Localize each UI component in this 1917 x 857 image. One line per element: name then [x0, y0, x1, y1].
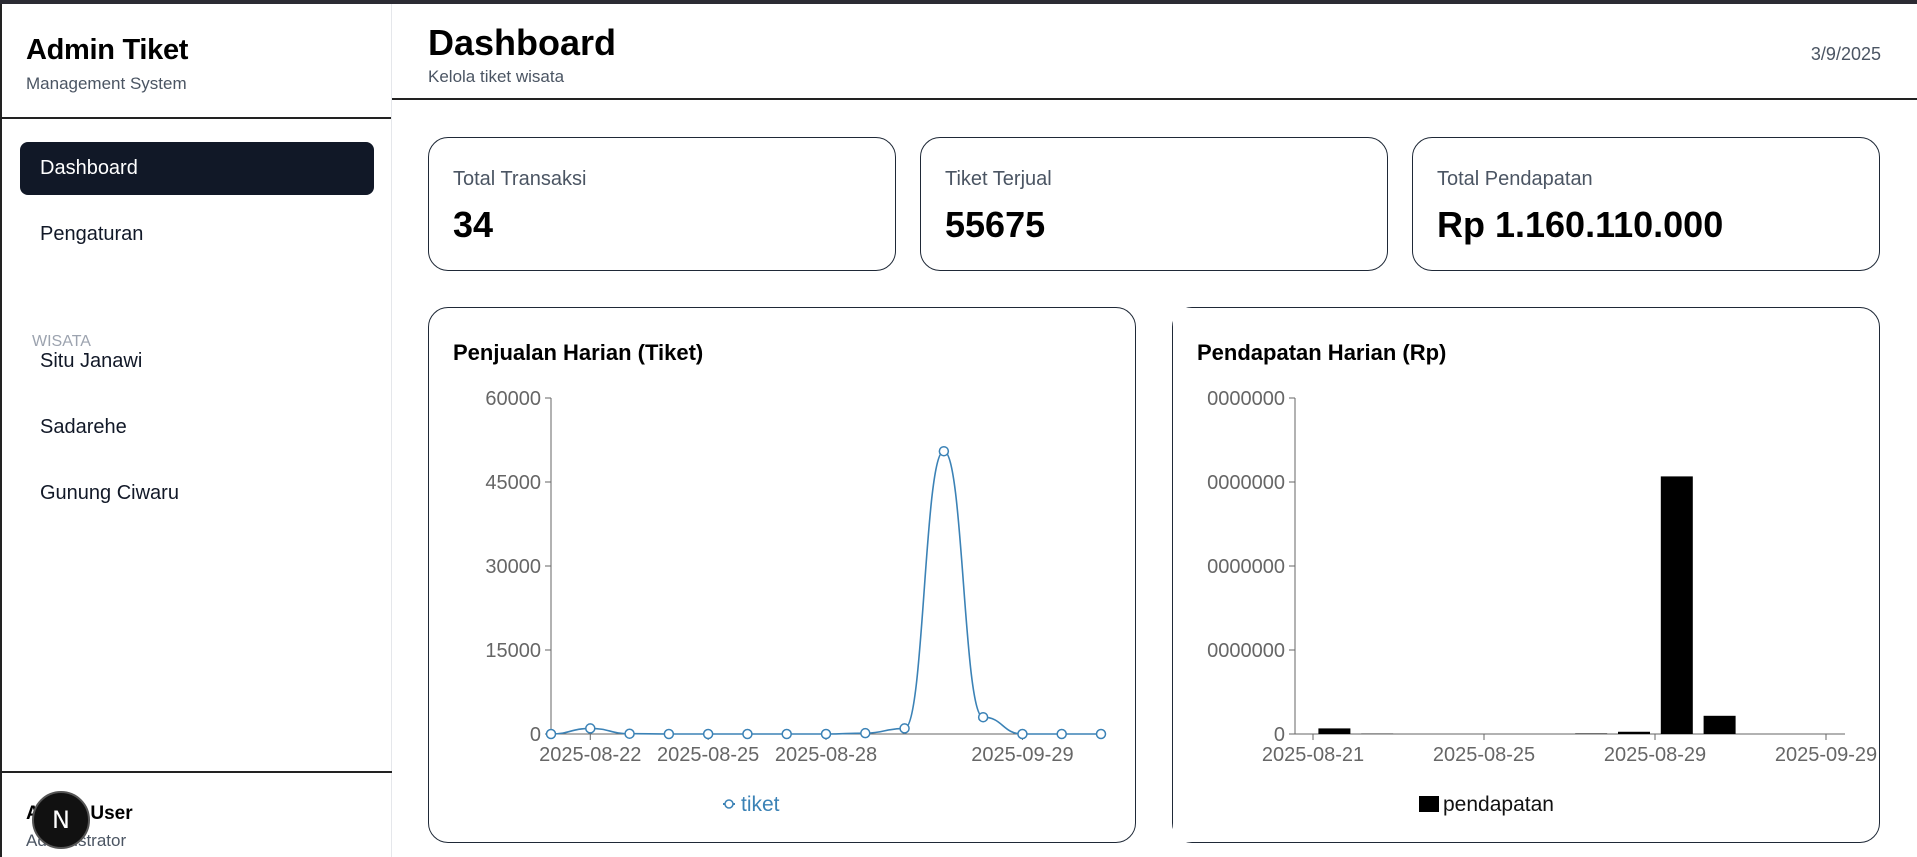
- x-tick-label: 2025-08-21: [1262, 744, 1364, 766]
- page-title: Dashboard: [428, 22, 617, 63]
- bar: [1660, 476, 1693, 734]
- data-point: [1095, 728, 1107, 740]
- chart-card-pendapatan: Pendapatan Harian (Rp) 0 0000000 0000000 00…: [1172, 307, 1880, 843]
- stat-label: Total Transaksi: [453, 168, 587, 190]
- y-tick-label: 0: [1274, 724, 1285, 746]
- data-point: [545, 728, 557, 740]
- x-tick-label: 2025-08-22: [539, 744, 641, 766]
- legend-marker: [1419, 796, 1439, 812]
- sidebar-item-pengaturan[interactable]: Pengaturan: [20, 208, 374, 261]
- bar: [1575, 733, 1608, 734]
- page-subtitle: Kelola tiket wisata: [428, 67, 565, 86]
- data-point: [624, 728, 635, 739]
- data-point: [899, 723, 910, 734]
- y-tick-label: 45000: [485, 472, 541, 494]
- bar: [1318, 728, 1351, 734]
- x-tick-label: 2025-08-25: [1433, 744, 1535, 766]
- stat-value: 34: [453, 204, 494, 245]
- brand-title: Admin Tiket: [26, 34, 189, 66]
- sidebar-item-dashboard[interactable]: Dashboard: [20, 142, 374, 195]
- sidebar-item-situ-janawi[interactable]: Situ Janawi: [20, 335, 374, 388]
- brand-subtitle: Management System: [26, 74, 187, 93]
- bar-chart-pendapatan: 000000000000000000000000000002025-08-21 2…: [1173, 308, 1877, 842]
- bar: [1703, 715, 1736, 734]
- legend-label: tiket: [741, 793, 780, 816]
- data-point: [977, 711, 989, 723]
- label-clip-mask: [1173, 308, 1196, 842]
- data-point: [938, 445, 950, 457]
- y-tick-label: 30000: [485, 556, 541, 578]
- chart-card-penjualan: Penjualan Harian (Tiket) 0 15000 30000 4500…: [428, 307, 1136, 843]
- stat-value: 55675: [945, 204, 1046, 245]
- legend-label: pendapatan: [1443, 793, 1554, 816]
- x-tick-label: 2025-09-29: [971, 744, 1073, 766]
- data-point: [781, 728, 792, 740]
- line-chart-penjualan: 0 15000 30000 45000 60000 2025-08-22 2025-08-2…: [485, 388, 1107, 816]
- data-point: [663, 728, 675, 740]
- sidebar-item-gunung-ciwaru[interactable]: Gunung Ciwaru: [20, 467, 374, 520]
- y-tick-label: 0000000: [1207, 556, 1285, 578]
- main-content: Dashboard Kelola tiket wisata 3/9/2025 T…: [392, 4, 1917, 857]
- data-point: [585, 723, 596, 734]
- nextjs-badge-icon[interactable]: N: [32, 791, 90, 849]
- data-point: [820, 728, 832, 740]
- data-point: [860, 727, 871, 739]
- stat-value: Rp 1.160.110.000: [1437, 204, 1724, 245]
- data-point: [702, 728, 714, 740]
- stat-label: Total Pendapatan: [1437, 168, 1593, 190]
- y-tick-label: 0000000: [1207, 472, 1285, 494]
- data-point: [742, 728, 753, 740]
- data-point: [1056, 728, 1067, 740]
- stat-card-tiket-terjual: Tiket Terjual 55675: [920, 137, 1388, 271]
- current-date: 3/9/2025: [1810, 44, 1881, 64]
- y-tick-label: 0000000: [1207, 388, 1285, 410]
- stat-label: Tiket Terjual: [945, 168, 1052, 190]
- x-tick-label: 2025-08-28: [775, 744, 877, 766]
- stat-card-total-transaksi: Total Transaksi 34: [428, 137, 896, 271]
- sidebar-item-sadarehe[interactable]: Sadarehe: [20, 401, 374, 454]
- page-header: Dashboard Kelola tiket wisata 3/9/2025: [392, 4, 1917, 100]
- data-point: [1017, 728, 1028, 740]
- y-tick-label: 60000: [485, 388, 541, 410]
- bar: [1618, 731, 1650, 734]
- sidebar: Admin Tiket Management System GLOBAL Das…: [0, 4, 392, 857]
- stat-card-total-pendapatan: Total Pendapatan Rp 1.160.110.000: [1412, 137, 1880, 271]
- legend-marker-dot: [724, 799, 734, 809]
- y-tick-label: 0: [530, 724, 541, 746]
- y-tick-label: 15000: [485, 640, 541, 662]
- y-tick-label: 0000000: [1207, 640, 1285, 662]
- x-tick-label: 2025-09-29: [1775, 744, 1877, 766]
- x-tick-label: 2025-08-29: [1604, 744, 1706, 766]
- x-tick-label: 2025-08-25: [657, 744, 759, 766]
- brand: Admin Tiket Management System: [2, 4, 391, 119]
- user-profile[interactable]: Admin User Administrator N: [2, 771, 392, 857]
- series-line-tiket: [550, 450, 1101, 735]
